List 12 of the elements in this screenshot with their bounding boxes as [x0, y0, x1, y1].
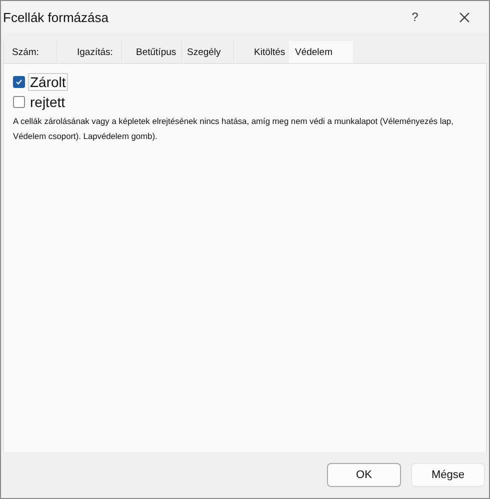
ok-button[interactable]: OK: [327, 463, 401, 487]
help-button[interactable]: ?: [403, 5, 427, 29]
checkbox-label[interactable]: rejtett: [28, 93, 68, 111]
checkbox[interactable]: [13, 76, 25, 88]
cancel-button[interactable]: Mégse: [411, 463, 485, 487]
checkbox[interactable]: [13, 96, 25, 108]
checkbox-label[interactable]: Zárolt: [28, 73, 68, 91]
check-icon: [15, 78, 23, 86]
window-title: Fcellák formázása: [3, 10, 110, 24]
info-text: A cellák zárolásának vagy a képletek elrejtésének nincs hatása, amíg meg nem védi a munkalapot (Véleményezés lap, Védelem csoport). Lapvédelem gomb).: [13, 115, 454, 143]
tab[interactable]: Védelem: [289, 41, 353, 63]
close-icon: [458, 12, 470, 22]
